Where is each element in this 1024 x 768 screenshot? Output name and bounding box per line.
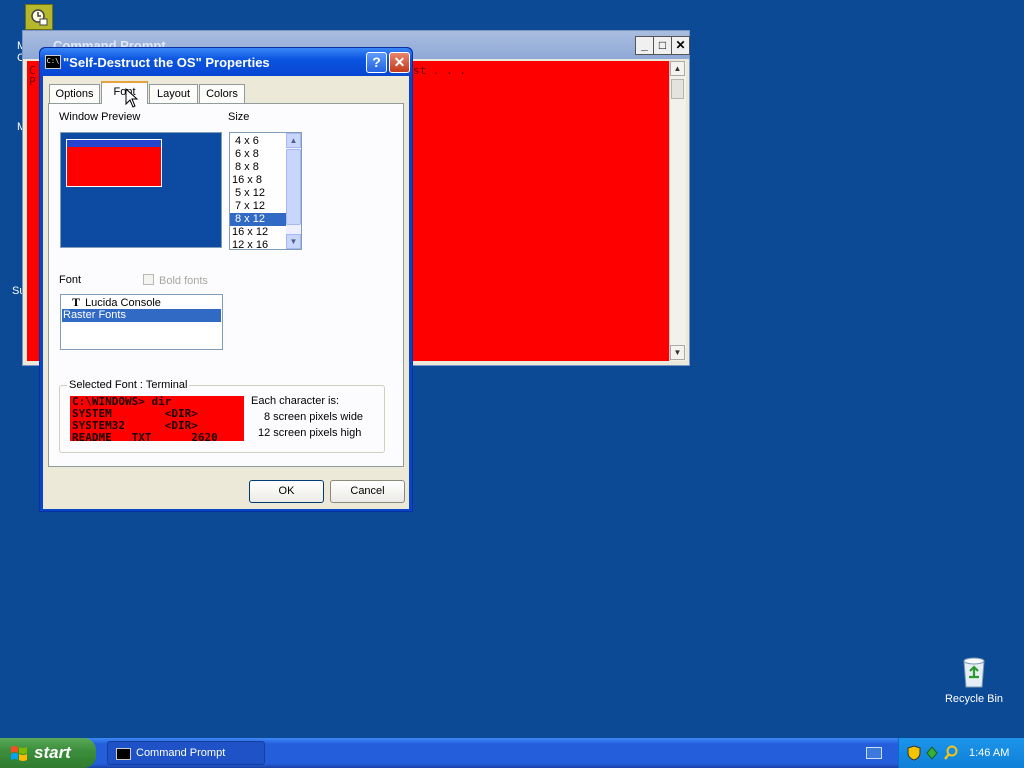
console-vertical-scrollbar[interactable]: ▲ ▼ bbox=[669, 61, 686, 361]
tab-options[interactable]: Options bbox=[49, 84, 100, 103]
font-sample: C:\WINDOWS> dir SYSTEM <DIR> SYSTEM32 <D… bbox=[70, 396, 244, 441]
size-label: Size bbox=[228, 111, 250, 123]
start-button[interactable]: start bbox=[0, 738, 96, 768]
bold-fonts-checkbox[interactable] bbox=[143, 274, 154, 285]
close-button[interactable]: ✕ bbox=[671, 36, 690, 55]
desktop-shortcut-icon[interactable] bbox=[25, 4, 53, 30]
size-option[interactable]: 16 x 12 bbox=[230, 226, 287, 239]
scroll-up-arrow-icon[interactable]: ▲ bbox=[286, 133, 301, 148]
selected-font-group-label: Selected Font : Terminal bbox=[67, 379, 190, 391]
preview-titlebar bbox=[67, 140, 161, 147]
start-label: start bbox=[34, 743, 71, 762]
scroll-up-arrow-icon[interactable]: ▲ bbox=[670, 61, 685, 76]
search-icon[interactable] bbox=[943, 745, 959, 761]
size-list[interactable]: 4 x 6 6 x 8 8 x 8 16 x 8 5 x 12 7 x 12 8… bbox=[229, 132, 302, 250]
recycle-bin[interactable]: Recycle Bin bbox=[940, 655, 1008, 705]
dialog-close-button[interactable]: ✕ bbox=[389, 52, 410, 73]
font-option[interactable]: T Lucida Console bbox=[62, 295, 221, 310]
clock: 1:46 AM bbox=[969, 747, 1010, 759]
taskbar-button-label: Command Prompt bbox=[136, 747, 226, 759]
sample-line: README TXT 2620 bbox=[72, 431, 218, 442]
char-width-text: 8 screen pixels wide bbox=[264, 411, 364, 423]
size-option-selected[interactable]: 8 x 12 bbox=[230, 213, 287, 226]
scroll-down-arrow-icon[interactable]: ▼ bbox=[670, 345, 685, 360]
console-app-icon bbox=[116, 748, 131, 760]
char-info-heading: Each character is: bbox=[251, 395, 340, 407]
console-text-line: st . . . bbox=[413, 64, 466, 77]
security-shield-icon[interactable] bbox=[907, 745, 921, 761]
size-option[interactable]: 16 x 8 bbox=[230, 174, 287, 187]
char-height-text: 12 screen pixels high bbox=[258, 427, 362, 439]
window-preview bbox=[60, 132, 222, 248]
size-option[interactable]: 4 x 6 bbox=[230, 135, 287, 148]
maximize-button[interactable]: □ bbox=[653, 36, 672, 55]
tab-colors[interactable]: Colors bbox=[199, 84, 245, 103]
cancel-button[interactable]: Cancel bbox=[330, 480, 405, 503]
minimize-button[interactable]: _ bbox=[635, 36, 654, 55]
properties-dialog[interactable]: C:\ "Self-Destruct the OS" Properties ? … bbox=[39, 47, 413, 512]
console-text-line: P bbox=[29, 75, 36, 88]
recycle-bin-icon bbox=[958, 655, 990, 689]
bold-fonts-label: Bold fonts bbox=[159, 275, 208, 287]
selected-font-group: Selected Font : Terminal C:\WINDOWS> dir… bbox=[59, 379, 385, 453]
window-preview-label: Window Preview bbox=[59, 111, 141, 123]
size-option[interactable]: 7 x 12 bbox=[230, 200, 287, 213]
ok-button[interactable]: OK bbox=[249, 480, 324, 503]
size-option[interactable]: 6 x 8 bbox=[230, 148, 287, 161]
font-option-selected[interactable]: Raster Fonts bbox=[62, 309, 221, 322]
font-list[interactable]: T Lucida Console Raster Fonts bbox=[60, 294, 223, 350]
help-button[interactable]: ? bbox=[366, 52, 387, 73]
scroll-down-arrow-icon[interactable]: ▼ bbox=[286, 234, 301, 249]
system-tray: 1:46 AM bbox=[898, 738, 1024, 768]
size-option[interactable]: 5 x 12 bbox=[230, 187, 287, 200]
truetype-icon: T bbox=[71, 295, 80, 309]
size-option[interactable]: 12 x 16 bbox=[230, 239, 287, 249]
tab-layout[interactable]: Layout bbox=[149, 84, 198, 103]
keyboard-icon[interactable] bbox=[866, 747, 882, 759]
scrollbar-thumb[interactable] bbox=[286, 149, 301, 225]
size-list-scrollbar[interactable]: ▲ ▼ bbox=[286, 133, 301, 249]
font-label: Font bbox=[59, 274, 82, 286]
windows-logo-icon bbox=[11, 746, 27, 761]
dialog-title: "Self-Destruct the OS" Properties bbox=[63, 55, 270, 70]
scrollbar-thumb[interactable] bbox=[671, 79, 684, 99]
size-option[interactable]: 8 x 8 bbox=[230, 161, 287, 174]
preview-window bbox=[66, 139, 162, 187]
dialog-client: Options Font Layout Colors Window Previe… bbox=[43, 76, 409, 509]
taskbar-button-command-prompt[interactable]: Command Prompt bbox=[107, 741, 265, 765]
taskbar: start Command Prompt 1:46 AM bbox=[0, 738, 1024, 768]
network-icon[interactable] bbox=[925, 745, 939, 761]
dialog-titlebar[interactable]: C:\ "Self-Destruct the OS" Properties ? … bbox=[40, 48, 412, 76]
recycle-bin-label: Recycle Bin bbox=[944, 693, 1004, 705]
console-app-icon: C:\ bbox=[45, 55, 61, 69]
mouse-cursor-icon bbox=[125, 88, 139, 108]
